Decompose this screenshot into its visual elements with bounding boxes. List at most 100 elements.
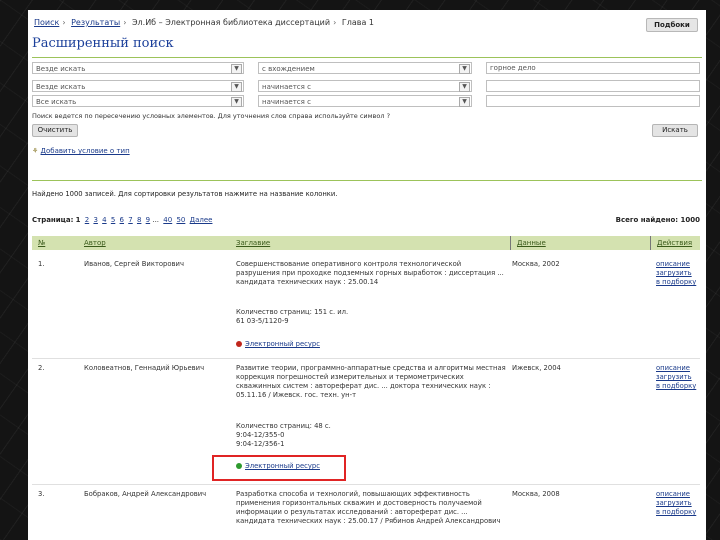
field-select-2[interactable]: Везде искать ▼ (32, 80, 244, 92)
search-hint: Поиск ведется по пересечению условных эл… (32, 112, 391, 120)
description-link[interactable]: описание (656, 490, 696, 499)
breadcrumb-item-results[interactable]: Результаты (71, 18, 120, 27)
row-2-title: Развитие теории, программно-аппаратные с… (236, 364, 506, 400)
page-link[interactable]: 9 (146, 216, 150, 224)
field-select-1[interactable]: Везде искать ▼ (32, 62, 244, 74)
row-1-title: Совершенствование оперативного контроля … (236, 260, 506, 287)
add-condition-link[interactable]: ⚘ Добавить условие о тип (32, 147, 130, 155)
divider (32, 57, 702, 58)
row-2-author: Коловеатнов, Геннадий Юрьевич (84, 364, 205, 372)
page-link[interactable]: 4 (102, 216, 106, 224)
row-3-title-line: кандидата технических наук : 25.00.17 / … (236, 517, 501, 525)
table-header: № Автор Заглавие Данные Действия (32, 236, 700, 250)
page-link[interactable]: 6 (120, 216, 124, 224)
row-2-title-line[interactable]: Развитие теории, программно-аппаратные с… (236, 364, 506, 373)
row-1-resource-label: Электронный ресурс (245, 340, 320, 348)
row-1-shelfmark: 61 03-5/1120-9 (236, 317, 289, 325)
row-2-details: Количество страниц: 48 с. 9:04-12/355-0 … (236, 422, 331, 449)
field-select-3-value: Все искать (36, 98, 77, 106)
next-page-link[interactable]: Далее (190, 216, 213, 224)
pagination: Страница: 1 2 3 4 5 6 7 8 9 ... 40 50 Да… (32, 216, 212, 224)
page-link[interactable]: 2 (85, 216, 89, 224)
clear-button-label: Очистить (37, 126, 73, 134)
page-link[interactable]: 3 (93, 216, 97, 224)
resource-status-icon (236, 341, 242, 347)
clear-button[interactable]: Очистить (32, 124, 78, 137)
operator-select-1[interactable]: с вхождением ▼ (258, 62, 472, 74)
row-2-shelfmark: 9:04-12/355-0 (236, 431, 285, 439)
row-1-details: Количество страниц: 151 с. ил. 61 03-5/1… (236, 308, 348, 326)
row-2-data: Ижевск, 2004 (512, 364, 561, 372)
breadcrumb-item-chapter: Глава 1 (341, 18, 374, 27)
page-title: Расширенный поиск (32, 36, 174, 51)
page-ellipsis: ... (152, 216, 160, 224)
row-1-data: Москва, 2002 (512, 260, 560, 268)
row-1-title-line: разрушения при проходке подземных горных… (236, 269, 504, 277)
search-term-input-2[interactable] (486, 80, 700, 92)
row-3-title-line[interactable]: Разработка способа и технологий, повышаю… (236, 490, 506, 499)
download-link[interactable]: загрузить (656, 269, 696, 278)
field-select-3[interactable]: Все искать ▼ (32, 95, 244, 107)
row-1-author: Иванов, Сергей Викторович (84, 260, 184, 268)
browser-page: Поиск › Результаты › Эл.Иб – Электронная б… (28, 10, 706, 540)
chevron-down-icon: ▼ (231, 82, 242, 92)
column-data-label: Данные (517, 239, 546, 247)
description-link[interactable]: описание (656, 260, 696, 269)
breadcrumb-item-library: Эл.Иб – Электронная библиотека диссертац… (131, 18, 331, 27)
add-to-collection-link[interactable]: в подборку (656, 508, 696, 517)
page-link[interactable]: 7 (128, 216, 132, 224)
column-data[interactable]: Данные (510, 236, 546, 250)
breadcrumb: Поиск › Результаты › Эл.Иб – Электронная б… (34, 18, 374, 27)
search-term-input-3[interactable] (486, 95, 700, 107)
chevron-down-icon: ▼ (459, 82, 470, 92)
operator-select-2-value: начинается с (262, 83, 311, 91)
subscribe-button[interactable]: Подбоки (646, 18, 698, 32)
row-3-title-line: информации о результатах исследований : … (236, 508, 468, 516)
page-link[interactable]: 50 (176, 216, 185, 224)
page-link[interactable]: 8 (137, 216, 141, 224)
row-1-title-line[interactable]: Совершенствование оперативного контроля … (236, 260, 506, 269)
row-1-resource-link[interactable]: Электронный ресурс (236, 340, 320, 349)
row-2-title-line: коррекция погрешностей измерительных и т… (236, 373, 464, 381)
search-button-label: Искать (662, 126, 688, 134)
operator-select-2[interactable]: начинается с ▼ (258, 80, 472, 92)
row-3-actions: описание загрузить в подборку (656, 490, 696, 517)
add-to-collection-link[interactable]: в подборку (656, 382, 696, 391)
divider (32, 180, 702, 181)
total-count: Всего найдено: 1000 (615, 216, 700, 224)
row-2-title-line: скважинных систем : автореферат дис. ...… (236, 382, 491, 390)
page-current: 1 (75, 216, 81, 224)
page-link[interactable]: 5 (111, 216, 115, 224)
row-3-number: 3. (38, 490, 45, 498)
search-term-input-1[interactable]: горное дело (486, 62, 700, 74)
description-link[interactable]: описание (656, 364, 696, 373)
column-title-label: Заглавие (236, 239, 271, 247)
add-condition-label: Добавить условие о тип (40, 147, 130, 155)
row-divider (32, 484, 700, 485)
row-1-actions: описание загрузить в подборку (656, 260, 696, 287)
add-icon: ⚘ (32, 147, 39, 155)
row-divider (32, 358, 700, 359)
column-actions[interactable]: Действия (650, 236, 692, 250)
row-3-title-line: применения горизонтальных скважин и дост… (236, 499, 482, 507)
search-button[interactable]: Искать (652, 124, 698, 137)
field-select-2-value: Везде искать (36, 83, 86, 91)
chevron-down-icon: ▼ (459, 97, 470, 107)
field-select-1-value: Везде искать (36, 65, 86, 73)
column-author[interactable]: Автор (84, 236, 106, 250)
download-link[interactable]: загрузить (656, 373, 696, 382)
operator-select-3-value: начинается с (262, 98, 311, 106)
add-to-collection-link[interactable]: в подборку (656, 278, 696, 287)
row-2-title-line: 05.11.16 / Ижевск. гос. техн. ун-т (236, 391, 357, 399)
download-link[interactable]: загрузить (656, 499, 696, 508)
column-actions-label: Действия (657, 239, 693, 247)
breadcrumb-item-search[interactable]: Поиск (34, 18, 59, 27)
operator-select-1-value: с вхождением (262, 65, 315, 73)
row-3-data: Москва, 2008 (512, 490, 560, 498)
column-number[interactable]: № (38, 236, 45, 250)
chevron-down-icon: ▼ (459, 64, 470, 74)
operator-select-3[interactable]: начинается с ▼ (258, 95, 472, 107)
column-title[interactable]: Заглавие (236, 236, 270, 250)
page-link[interactable]: 40 (163, 216, 172, 224)
row-3-title: Разработка способа и технологий, повышаю… (236, 490, 506, 526)
